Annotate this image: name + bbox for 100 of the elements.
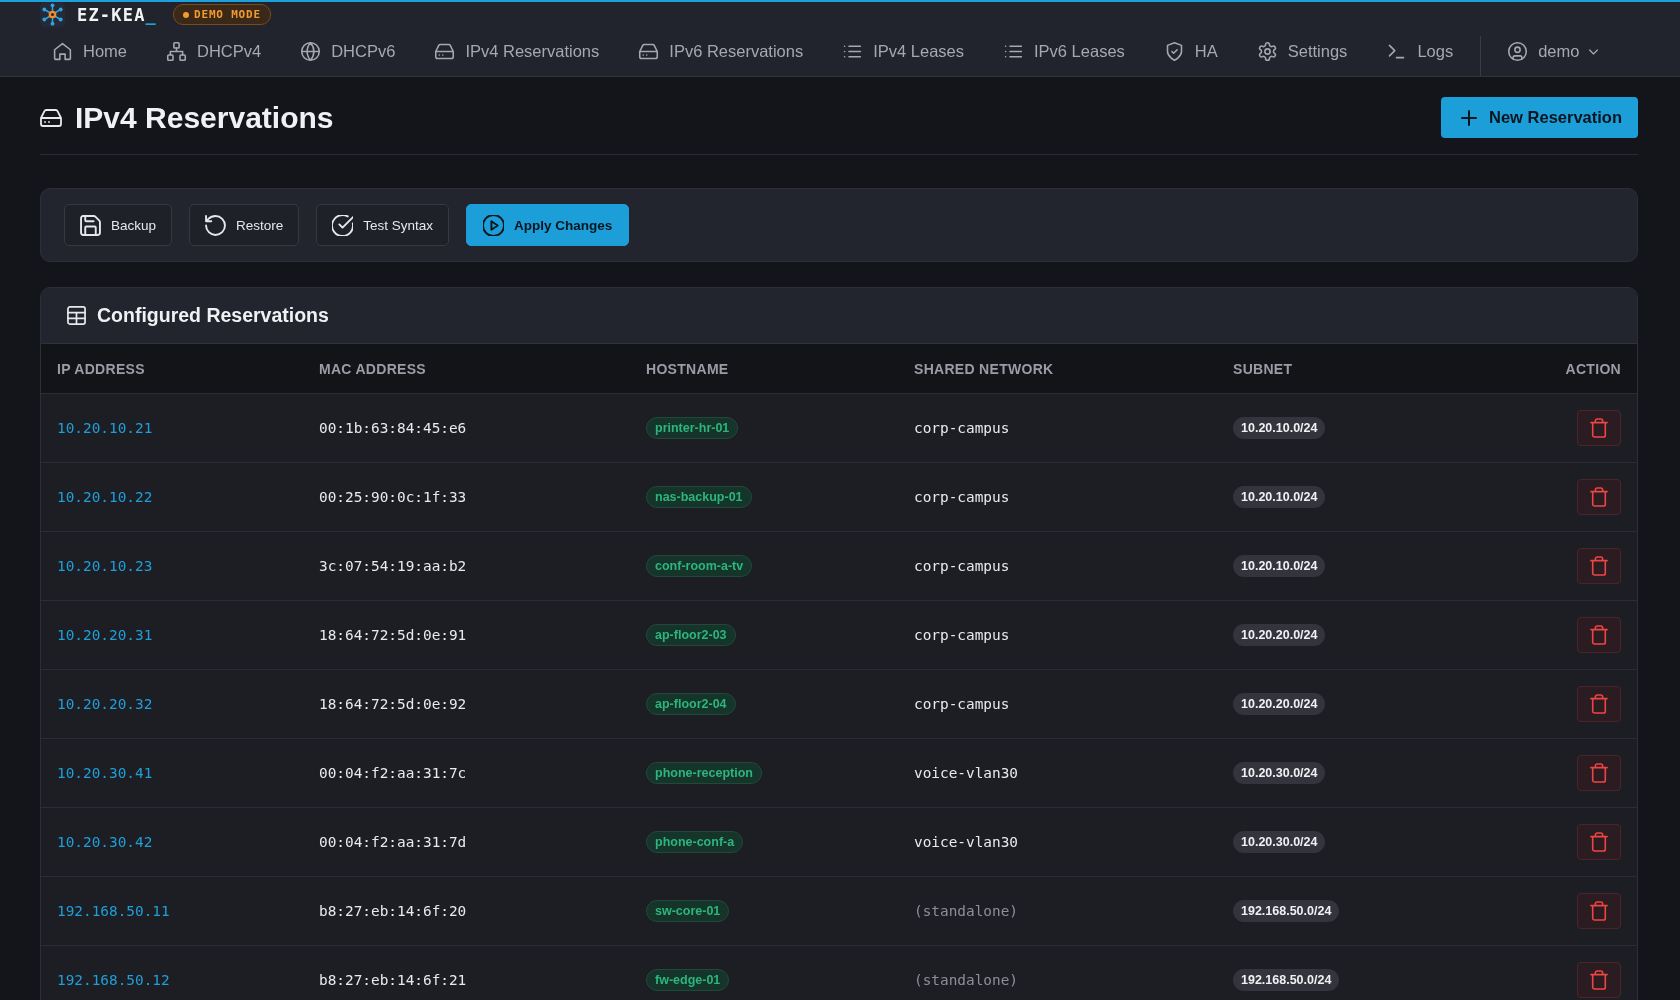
toolbar-button[interactable]: Backup: [64, 204, 173, 246]
ip-address-link[interactable]: 10.20.10.21: [57, 420, 153, 436]
trash-icon: [1590, 556, 1608, 576]
hostname-tag: printer-hr-01: [646, 417, 739, 439]
hard-drive-icon: [434, 41, 456, 62]
nav-link[interactable]: IPv4 Reservations: [422, 31, 612, 72]
hostname-tag: sw-core-01: [646, 900, 730, 922]
hostname-tag: nas-backup-01: [646, 486, 752, 508]
badge-text: DEMO MODE: [194, 8, 261, 21]
table-icon: [67, 306, 86, 325]
delete-button[interactable]: [1577, 617, 1621, 653]
network-icon: [166, 41, 187, 62]
toolbar-button[interactable]: Apply Changes: [466, 204, 630, 246]
trash-icon: [1590, 832, 1608, 852]
ip-address-link[interactable]: 10.20.10.22: [57, 489, 153, 505]
subnet-tag: 10.20.10.0/24: [1233, 417, 1326, 439]
hostname-tag: fw-edge-01: [646, 969, 730, 991]
table-cell: 3c:07:54:19:aa:b2: [303, 531, 630, 601]
table-cell: corp-campus: [898, 669, 1217, 739]
delete-button[interactable]: [1577, 686, 1621, 722]
table-cell: voice-vlan30: [898, 738, 1217, 808]
table-cell: (standalone): [898, 945, 1217, 1000]
nav-link[interactable]: Settings: [1244, 31, 1360, 72]
delete-button[interactable]: [1577, 755, 1621, 791]
trash-icon: [1590, 970, 1608, 990]
subnet-tag: 10.20.10.0/24: [1233, 555, 1326, 577]
delete-button[interactable]: [1577, 479, 1621, 515]
table-cell: 18:64:72:5d:0e:91: [303, 600, 630, 670]
nav-link[interactable]: DHCPv4: [154, 31, 274, 72]
table-cell: 18:64:72:5d:0e:92: [303, 669, 630, 739]
save-icon: [80, 214, 101, 236]
nav-link[interactable]: HA: [1151, 31, 1230, 72]
delete-button[interactable]: [1577, 824, 1621, 860]
nav-link[interactable]: IPv6 Leases: [991, 31, 1137, 72]
table-cell: voice-vlan30: [898, 807, 1217, 877]
table-cell: corp-campus: [898, 462, 1217, 532]
hostname-tag: ap-floor2-04: [646, 693, 736, 715]
trash-icon: [1590, 763, 1608, 783]
table-cell: 00:04:f2:aa:31:7c: [303, 738, 630, 808]
hostname-tag: phone-reception: [646, 762, 762, 784]
subnet-tag: 10.20.30.0/24: [1233, 831, 1326, 853]
ip-address-link[interactable]: 10.20.20.32: [57, 696, 153, 712]
settings-icon: [1256, 41, 1278, 62]
table-cell: (standalone): [898, 876, 1217, 946]
ip-address-link[interactable]: 10.20.30.42: [57, 834, 153, 850]
rotate-left-icon: [205, 214, 227, 236]
app-name: EZ-KEA_: [77, 4, 158, 25]
nav-link[interactable]: DHCPv6: [288, 31, 408, 72]
table-cell: b8:27:eb:14:6f:21: [303, 945, 630, 1000]
subnet-tag: 10.20.30.0/24: [1233, 762, 1326, 784]
hard-drive-icon: [40, 108, 62, 127]
delete-button[interactable]: [1577, 410, 1621, 446]
nav-link[interactable]: Home: [40, 31, 139, 72]
nav-link[interactable]: Logs: [1374, 31, 1466, 72]
subnet-tag: 192.168.50.0/24: [1233, 900, 1340, 922]
user-icon: [1507, 41, 1529, 62]
trash-icon: [1590, 694, 1608, 714]
table-cell: corp-campus: [898, 531, 1217, 601]
user-menu-button[interactable]: demo: [1495, 31, 1611, 72]
hard-drive-icon: [638, 41, 660, 62]
toolbar-button[interactable]: Restore: [189, 204, 300, 246]
globe-icon: [300, 41, 322, 62]
delete-button[interactable]: [1577, 962, 1621, 998]
column-header: HOSTNAME: [630, 344, 898, 394]
toolbar-button[interactable]: Test Syntax: [316, 204, 450, 246]
chevron-down-icon: [1589, 48, 1599, 55]
subnet-tag: 10.20.20.0/24: [1233, 693, 1326, 715]
table-cell: 00:1b:63:84:45:e6: [303, 393, 630, 463]
subnet-tag: 10.20.10.0/24: [1233, 486, 1326, 508]
ip-address-link[interactable]: 192.168.50.11: [57, 903, 170, 919]
column-header: SUBNET: [1217, 344, 1437, 394]
home-icon: [52, 41, 73, 62]
ip-address-link[interactable]: 192.168.50.12: [57, 972, 170, 988]
ip-address-link[interactable]: 10.20.20.31: [57, 627, 153, 643]
column-header: IP ADDRESS: [41, 344, 303, 394]
column-header: SHARED NETWORK: [898, 344, 1217, 394]
new-reservation-button[interactable]: New Reservation: [1441, 97, 1638, 138]
nav-link[interactable]: IPv6 Reservations: [626, 31, 816, 72]
delete-button[interactable]: [1577, 548, 1621, 584]
subnet-tag: 10.20.20.0/24: [1233, 624, 1326, 646]
hostname-tag: ap-floor2-03: [646, 624, 736, 646]
page-title: IPv4 Reservations: [75, 100, 334, 136]
ip-address-link[interactable]: 10.20.30.41: [57, 765, 153, 781]
table-cell: 00:25:90:0c:1f:33: [303, 462, 630, 532]
table-cell: 00:04:f2:aa:31:7d: [303, 807, 630, 877]
column-header: MAC ADDRESS: [303, 344, 630, 394]
subnet-tag: 192.168.50.0/24: [1233, 969, 1340, 991]
ip-address-link[interactable]: 10.20.10.23: [57, 558, 153, 574]
trash-icon: [1590, 901, 1608, 921]
column-header: ACTION: [1437, 344, 1637, 394]
hostname-tag: conf-room-a-tv: [646, 555, 753, 577]
plus-icon: [1461, 109, 1478, 126]
delete-button[interactable]: [1577, 893, 1621, 929]
trash-icon: [1590, 625, 1608, 645]
table-cell: corp-campus: [898, 600, 1217, 670]
dot-icon: [183, 11, 190, 18]
hostname-tag: phone-conf-a: [646, 831, 744, 853]
nav-link[interactable]: IPv4 Leases: [830, 31, 976, 72]
trash-icon: [1590, 487, 1608, 507]
trash-icon: [1590, 418, 1608, 438]
